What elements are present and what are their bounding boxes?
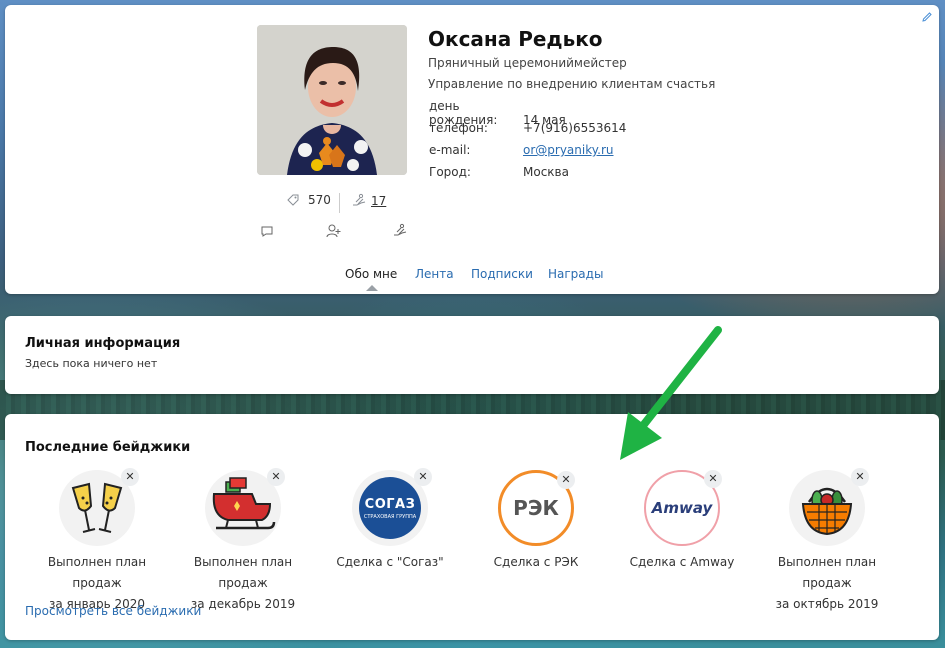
- avatar-photo: [257, 25, 407, 175]
- badge-label: Сделка с "Согаз": [315, 552, 465, 573]
- hand-give-icon[interactable]: [392, 223, 408, 239]
- stats-divider: [339, 193, 340, 213]
- champagne-icon: [71, 482, 123, 533]
- coins-stat: 570: [286, 193, 331, 207]
- phone-label: телефон:: [429, 121, 488, 135]
- avatar: [257, 25, 407, 175]
- personal-info-card: Личная информация Здесь пока ничего нет: [5, 316, 939, 394]
- remove-badge-button[interactable]: ✕: [121, 468, 139, 486]
- sogaz-logo-sub: СТРАХОВАЯ ГРУППА: [363, 513, 417, 520]
- badge-item[interactable]: ✕ Выполнен план продаж за декабрь 2019: [168, 468, 318, 615]
- thanks-stat[interactable]: 17: [351, 193, 386, 209]
- vegetable-basket-icon: [801, 487, 853, 536]
- badge-image: СОГАЗ СТРАХОВАЯ ГРУППА ✕: [352, 468, 432, 546]
- personal-info-title: Личная информация: [25, 336, 181, 351]
- badge-item[interactable]: ✕ Выполнен план продаж за октябрь 2019: [752, 468, 902, 615]
- badge-label-line1: Сделка с "Согаз": [336, 555, 444, 569]
- remove-badge-button[interactable]: ✕: [851, 468, 869, 486]
- badge-item[interactable]: Amway ✕ Сделка с Amway: [607, 470, 757, 573]
- badge-label: Выполнен план продаж за октябрь 2019: [752, 552, 902, 615]
- email-row: e-mail: or@pryaniky.ru: [429, 143, 614, 157]
- badge-item[interactable]: РЭК ✕ Сделка с РЭК: [461, 470, 611, 573]
- thanks-value[interactable]: 17: [371, 194, 386, 208]
- badge-image: РЭК ✕: [498, 470, 575, 546]
- badge-label-line1: Выполнен план продаж: [777, 555, 877, 590]
- badge-label-line1: Выполнен план продаж: [47, 555, 147, 590]
- sogaz-logo: СОГАЗ СТРАХОВАЯ ГРУППА: [359, 477, 421, 539]
- badges-title: Последние бейджики: [25, 440, 191, 455]
- view-all-badges-link[interactable]: Просмотреть все бейджики: [25, 604, 201, 618]
- badge-item[interactable]: ✕ Выполнен план продаж за январь 2020: [22, 468, 172, 615]
- sleigh-icon: [212, 477, 276, 530]
- badges-card: Последние бейджики ✕ Выполнен план прода…: [5, 414, 939, 640]
- badge-label: Сделка с Amway: [607, 552, 757, 573]
- tab-about[interactable]: Обо мне: [345, 267, 397, 281]
- city-label: Город:: [429, 165, 471, 179]
- city-value: Москва: [523, 165, 569, 179]
- city-row: Город: Москва: [429, 165, 569, 179]
- coins-value: 570: [308, 193, 331, 207]
- profile-card: Оксана Редько Пряничный церемониймейстер…: [5, 5, 939, 294]
- badge-label-line2: за октябрь 2019: [775, 597, 879, 611]
- tab-awards[interactable]: Награды: [548, 267, 603, 281]
- tab-subscriptions[interactable]: Подписки: [471, 267, 533, 281]
- badge-image: ✕: [205, 468, 285, 546]
- active-tab-indicator: [366, 285, 378, 291]
- tab-feed[interactable]: Лента: [415, 267, 454, 281]
- badge-image: ✕: [789, 468, 869, 546]
- add-user-icon[interactable]: [326, 223, 342, 239]
- email-link[interactable]: or@pryaniky.ru: [523, 143, 614, 157]
- remove-badge-button[interactable]: ✕: [267, 468, 285, 486]
- badge-label: Сделка с РЭК: [461, 552, 611, 573]
- amway-logo: Amway: [651, 499, 713, 517]
- user-department: Управление по внедрению клиентам счастья: [428, 77, 716, 91]
- email-label: e-mail:: [429, 143, 471, 157]
- remove-badge-button[interactable]: ✕: [704, 470, 722, 488]
- badge-label-line1: Выполнен план продаж: [193, 555, 293, 590]
- user-name: Оксана Редько: [428, 27, 603, 51]
- remove-badge-button[interactable]: ✕: [414, 468, 432, 486]
- sogaz-logo-text: СОГАЗ: [364, 496, 416, 512]
- badge-item[interactable]: СОГАЗ СТРАХОВАЯ ГРУППА ✕ Сделка с "Согаз…: [315, 468, 465, 573]
- remove-badge-button[interactable]: ✕: [557, 471, 575, 489]
- rek-logo: РЭК: [513, 496, 559, 520]
- chat-icon[interactable]: [259, 223, 275, 239]
- hand-coin-icon: [353, 193, 366, 206]
- phone-value: +7(916)6553614: [523, 121, 627, 135]
- phone-row: телефон: +7(916)6553614: [429, 121, 626, 135]
- tag-icon: [287, 194, 299, 206]
- annotation-arrow: [620, 326, 722, 460]
- user-position: Пряничный церемониймейстер: [428, 56, 627, 70]
- personal-info-text: Здесь пока ничего нет: [25, 357, 158, 370]
- badge-label-line1: Сделка с Amway: [629, 555, 735, 569]
- badge-label-line1: Сделка с РЭК: [493, 555, 579, 569]
- badge-image: ✕: [59, 468, 139, 546]
- pencil-icon[interactable]: [921, 11, 933, 23]
- badge-image: Amway ✕: [644, 470, 722, 546]
